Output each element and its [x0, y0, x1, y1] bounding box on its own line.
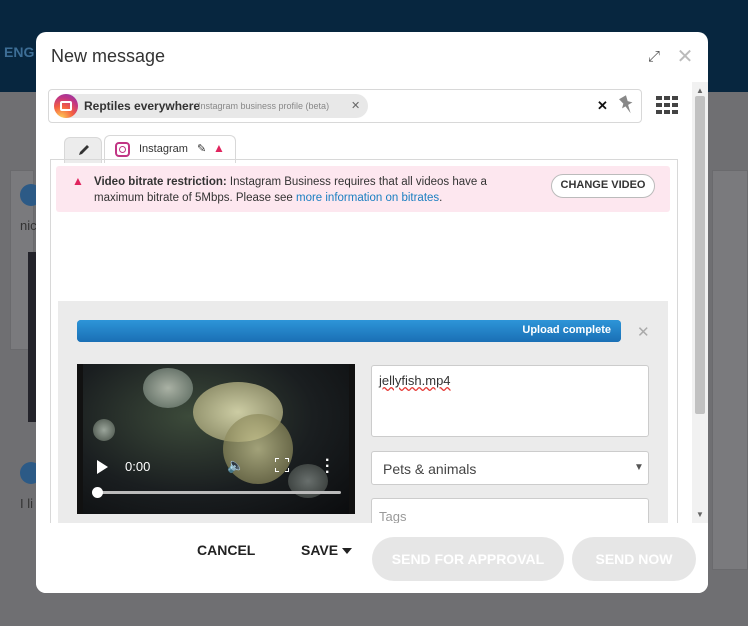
- scroll-up-icon[interactable]: ▲: [696, 86, 704, 95]
- bitrate-alert: ▲ Video bitrate restriction: Instagram B…: [56, 166, 670, 212]
- instagram-avatar-icon: [54, 94, 78, 118]
- bg-post-snippet: nic: [20, 218, 37, 233]
- category-value: Pets & animals: [383, 461, 477, 477]
- remove-profile-icon[interactable]: ✕: [351, 99, 360, 112]
- cancel-button[interactable]: CANCEL: [197, 542, 255, 558]
- profile-chip[interactable]: Reptiles everywhere Instagram business p…: [54, 94, 368, 118]
- play-icon[interactable]: [97, 460, 108, 474]
- profile-chip-name: Reptiles everywhere: [84, 99, 201, 113]
- network-tabs: Instagram ✎ ▲: [48, 133, 678, 163]
- video-title-value: jellyfish.mp4: [379, 373, 451, 388]
- modal-title: New message: [51, 46, 166, 66]
- compose-scroll-area[interactable]: Reptiles everywhere Instagram business p…: [36, 82, 708, 523]
- expand-icon[interactable]: ⤢: [646, 49, 662, 65]
- video-time: 0:00: [125, 459, 151, 474]
- bg-side-panel: [712, 170, 748, 570]
- save-button[interactable]: SAVE: [301, 542, 353, 558]
- close-icon[interactable]: ✕: [676, 47, 694, 67]
- tags-input[interactable]: Tags: [371, 498, 649, 523]
- chevron-down-icon: ▼: [634, 462, 644, 473]
- video-player[interactable]: 0:00 🔈 · · ·: [77, 364, 355, 514]
- edit-pencil-icon: ✎: [197, 143, 207, 155]
- grid-menu-icon[interactable]: [656, 96, 678, 114]
- pencil-icon: [79, 145, 89, 155]
- bitrate-info-link[interactable]: more information on bitrates: [296, 192, 439, 204]
- tab-instagram-label: Instagram: [139, 143, 188, 155]
- alert-heading: Video bitrate restriction:: [94, 176, 227, 188]
- media-panel: Upload complete ✕ 0:00 🔈 · · · jellyfish…: [58, 301, 668, 523]
- send-now-button[interactable]: SEND NOW: [572, 537, 696, 581]
- caret-down-icon: [342, 548, 353, 555]
- scrollbar-thumb[interactable]: [695, 96, 705, 414]
- remove-media-icon[interactable]: ✕: [637, 323, 650, 341]
- bg-media: [28, 252, 36, 422]
- seek-handle[interactable]: [92, 487, 103, 498]
- bg-post-snippet: I li: [20, 496, 33, 511]
- jellyfish-shape: [93, 419, 115, 441]
- more-options-icon[interactable]: · · ·: [325, 453, 330, 481]
- pin-icon[interactable]: [617, 94, 637, 116]
- category-select[interactable]: Pets & animals ▼: [371, 451, 649, 485]
- app-brand-fragment: ENG: [4, 44, 35, 60]
- upload-status: Upload complete: [522, 324, 611, 336]
- alert-warning-icon: ▲: [72, 174, 84, 188]
- send-for-approval-button[interactable]: SEND FOR APPROVAL: [372, 537, 564, 581]
- video-title-field[interactable]: jellyfish.mp4: [371, 365, 649, 437]
- alert-text-end: .: [439, 192, 443, 204]
- tags-placeholder: Tags: [379, 509, 407, 523]
- change-video-button[interactable]: CHANGE VIDEO: [551, 174, 655, 198]
- modal-footer: CANCEL SAVE SEND FOR APPROVAL SEND NOW: [36, 523, 708, 593]
- fullscreen-icon[interactable]: [275, 458, 289, 472]
- warning-icon: ▲: [213, 141, 225, 155]
- profile-chip-type: Instagram business profile (beta): [198, 101, 330, 111]
- profile-selector[interactable]: Reptiles everywhere Instagram business p…: [48, 89, 642, 123]
- volume-icon[interactable]: 🔈: [227, 457, 244, 474]
- scroll-down-icon[interactable]: ▼: [696, 510, 704, 519]
- clear-profiles-icon[interactable]: ✕: [597, 98, 608, 114]
- video-seek-bar[interactable]: [97, 491, 341, 494]
- jellyfish-shape: [143, 368, 193, 408]
- instagram-icon: [115, 142, 130, 157]
- new-message-modal: New message ⤢ ✕ Reptiles everywhere Inst…: [36, 32, 708, 593]
- save-label: SAVE: [301, 542, 339, 558]
- alert-message: Video bitrate restriction: Instagram Bus…: [94, 174, 514, 206]
- upload-progress-bar: Upload complete: [77, 320, 621, 342]
- modal-scrollbar[interactable]: ▲ ▼: [692, 82, 708, 523]
